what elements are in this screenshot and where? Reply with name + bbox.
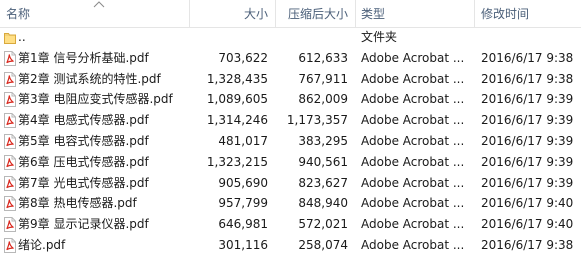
pdf-file-icon (4, 133, 16, 149)
file-type: Adobe Acrobat ... (361, 113, 465, 128)
modified-date: 2016/6/17 9:39 (481, 92, 574, 107)
pdf-file-icon (4, 217, 16, 233)
compressed-size: 572,021 (298, 217, 348, 232)
file-type: Adobe Acrobat ... (361, 154, 465, 169)
file-name: 第2章 测试系统的特性.pdf (18, 71, 161, 86)
file-row[interactable]: 第8章 热电传感器.pdf 957,799 848,940 Adobe Acrobat… (0, 193, 581, 214)
file-row[interactable]: 第7章 光电式传感器.pdf 905,690 823,627 Adobe Acroba… (0, 173, 581, 194)
file-type: Adobe Acrobat ... (361, 196, 465, 211)
pdf-file-icon (4, 237, 16, 253)
file-size: 905,690 (218, 175, 268, 190)
file-size (190, 27, 268, 48)
file-name: 第6章 压电式传感器.pdf (18, 154, 149, 169)
compressed-size: 612,633 (298, 50, 348, 65)
compressed-size (280, 27, 348, 48)
file-size: 703,622 (218, 50, 268, 65)
column-divider[interactable] (474, 0, 475, 27)
pdf-file-icon (4, 175, 16, 191)
modified-date: 2016/6/17 9:39 (481, 154, 574, 169)
file-type: Adobe Acrobat ... (361, 50, 465, 65)
column-header-modified[interactable]: 修改时间 (481, 0, 529, 27)
modified-date: 2016/6/17 9:40 (481, 196, 574, 211)
file-size: 1,328,435 (206, 71, 268, 86)
compressed-size: 862,009 (298, 92, 348, 107)
file-size: 1,314,246 (206, 113, 268, 128)
compressed-size: 1,173,357 (286, 113, 348, 128)
file-type: Adobe Acrobat ... (361, 133, 465, 148)
column-header-bar: 名称 大小 压缩后大小 类型 修改时间 (0, 0, 581, 28)
pdf-file-icon (4, 92, 16, 108)
modified-date: 2016/6/17 9:40 (481, 217, 574, 232)
column-divider[interactable] (355, 0, 356, 27)
compressed-size: 940,561 (298, 154, 348, 169)
file-size: 1,323,215 (206, 154, 268, 169)
file-row[interactable]: 第5章 电容式传感器.pdf 481,017 383,295 Adobe Acroba… (0, 131, 581, 152)
file-name: 绪论.pdf (18, 237, 66, 252)
file-row[interactable]: 第2章 测试系统的特性.pdf 1,328,435 767,911 Adobe Acr… (0, 69, 581, 90)
modified-date: 2016/6/17 9:38 (481, 71, 574, 86)
file-type: 文件夹 (361, 30, 398, 44)
file-type: Adobe Acrobat ... (361, 71, 465, 86)
pdf-file-icon (4, 196, 16, 212)
pdf-file-icon (4, 154, 16, 170)
parent-folder-row[interactable]: .. 文件夹 (0, 27, 581, 48)
file-name: 第3章 电阻应变式传感器.pdf (18, 92, 173, 107)
file-row[interactable]: 绪论.pdf 301,116 258,074 Adobe Acrobat ... 201… (0, 235, 581, 256)
column-header-size[interactable]: 大小 (190, 0, 268, 27)
compressed-size: 383,295 (298, 133, 348, 148)
file-name: 第4章 电感式传感器.pdf (18, 113, 149, 128)
compressed-size: 767,911 (298, 71, 348, 86)
pdf-file-icon (4, 113, 16, 129)
file-name: 第5章 电容式传感器.pdf (18, 133, 149, 148)
compressed-size: 823,627 (298, 175, 348, 190)
modified-date: 2016/6/17 9:38 (481, 50, 574, 65)
file-row[interactable]: 第4章 电感式传感器.pdf 1,314,246 1,173,357 Adobe Ac… (0, 110, 581, 131)
archive-file-list: 名称 大小 压缩后大小 类型 修改时间 .. 文件夹第1章 信号分析基础.pdf 7… (0, 0, 581, 263)
folder-icon (4, 30, 16, 45)
file-name: 第7章 光电式传感器.pdf (18, 175, 149, 190)
column-header-name[interactable]: 名称 (6, 0, 30, 27)
pdf-file-icon (4, 71, 16, 87)
modified-date: 2016/6/17 9:38 (481, 237, 574, 252)
file-row[interactable]: 第1章 信号分析基础.pdf 703,622 612,633 Adobe Acroba… (0, 48, 581, 69)
file-name: .. (18, 30, 26, 44)
modified-date: 2016/6/17 9:39 (481, 133, 574, 148)
file-size: 481,017 (218, 133, 268, 148)
file-name: 第9章 显示记录仪器.pdf (18, 217, 149, 232)
file-size: 1,089,605 (206, 92, 268, 107)
compressed-size: 258,074 (298, 237, 348, 252)
file-name: 第8章 热电传感器.pdf (18, 196, 137, 211)
file-size: 301,116 (218, 237, 268, 252)
column-header-type[interactable]: 类型 (361, 0, 385, 27)
file-type: Adobe Acrobat ... (361, 237, 465, 252)
file-rows: .. 文件夹第1章 信号分析基础.pdf 703,622 612,633 Adobe A… (0, 27, 581, 256)
file-row[interactable]: 第9章 显示记录仪器.pdf 646,981 572,021 Adobe Acroba… (0, 214, 581, 235)
compressed-size: 848,940 (298, 196, 348, 211)
file-type: Adobe Acrobat ... (361, 92, 465, 107)
file-type: Adobe Acrobat ... (361, 217, 465, 232)
column-header-compressed-size[interactable]: 压缩后大小 (276, 0, 348, 27)
sort-up-arrow-icon (93, 1, 105, 8)
file-name: 第1章 信号分析基础.pdf (18, 50, 149, 65)
file-type: Adobe Acrobat ... (361, 175, 465, 190)
pdf-file-icon (4, 50, 16, 66)
file-size: 646,981 (218, 217, 268, 232)
file-row[interactable]: 第3章 电阻应变式传感器.pdf 1,089,605 862,009 Adobe Ac… (0, 89, 581, 110)
modified-date: 2016/6/17 9:39 (481, 113, 574, 128)
file-row[interactable]: 第6章 压电式传感器.pdf 1,323,215 940,561 Adobe Acro… (0, 152, 581, 173)
file-size: 957,799 (218, 196, 268, 211)
modified-date (481, 27, 579, 48)
modified-date: 2016/6/17 9:39 (481, 175, 574, 190)
